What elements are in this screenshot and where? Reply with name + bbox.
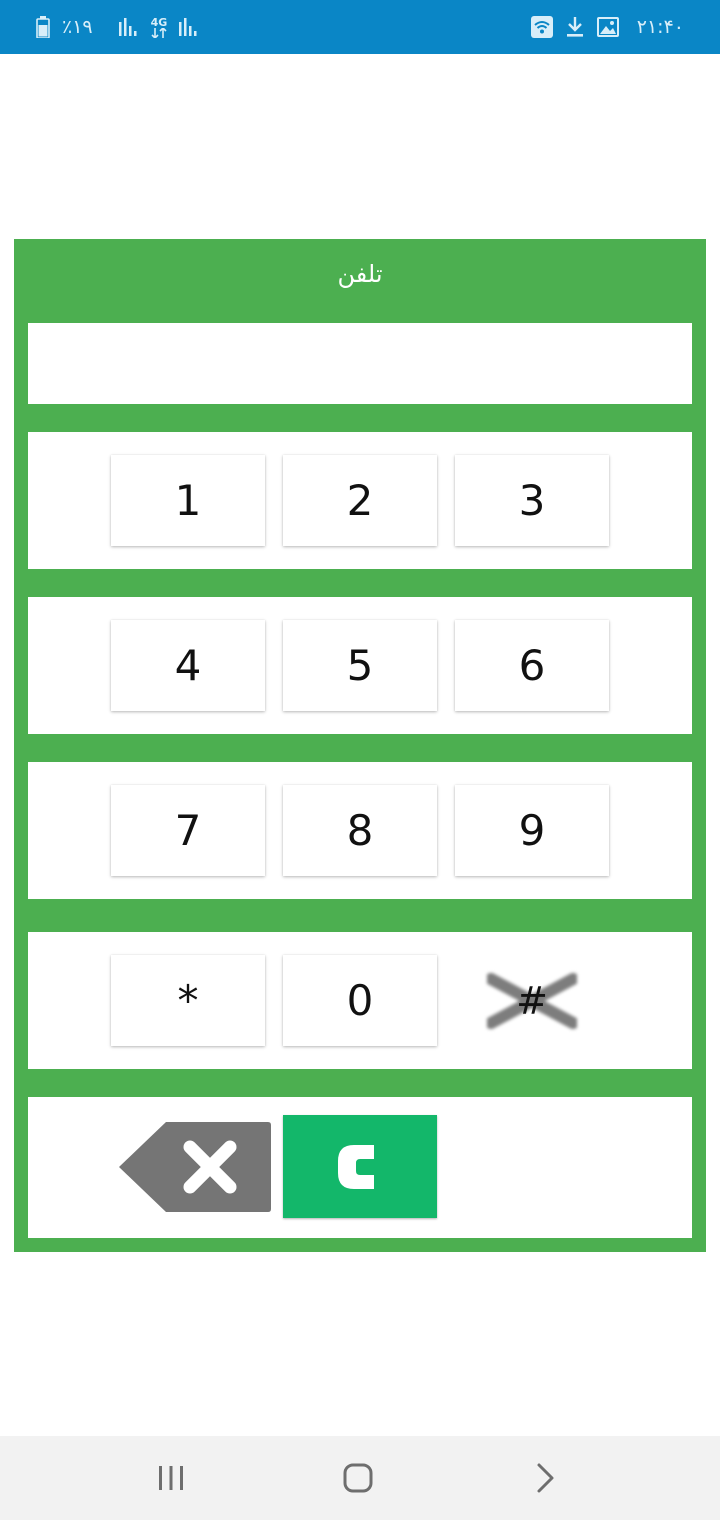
dialer-title: تلفن <box>337 260 383 288</box>
download-icon <box>565 16 585 38</box>
home-button[interactable] <box>318 1452 398 1504</box>
call-button[interactable] <box>283 1115 437 1218</box>
data-arrows-icon: 4G <box>150 15 168 38</box>
network-label: 4G <box>150 15 168 29</box>
backspace-icon <box>119 1122 271 1212</box>
status-bar: ٪۱۹ 4G ۲۱:۴۰ <box>0 0 720 54</box>
signal-icon <box>118 18 139 36</box>
key-row-3: 7 8 9 <box>28 762 692 899</box>
back-icon <box>537 1463 554 1493</box>
key-1[interactable]: 1 <box>111 455 265 546</box>
key-5[interactable]: 5 <box>283 620 437 711</box>
wifi-icon <box>530 16 553 38</box>
key-6[interactable]: 6 <box>455 620 609 711</box>
key-row-4: * 0 # <box>28 932 692 1069</box>
key-hash[interactable]: # <box>455 955 609 1046</box>
key-3[interactable]: 3 <box>455 455 609 546</box>
key-0[interactable]: 0 <box>283 955 437 1046</box>
status-left: ٪۱۹ 4G <box>36 0 199 54</box>
dialer-card: تلفن 1 2 3 4 5 6 7 8 9 * 0 # <box>14 239 706 1252</box>
hash-key-label: # <box>516 978 548 1023</box>
recents-button[interactable] <box>131 1452 211 1504</box>
backspace-button[interactable] <box>118 1121 272 1213</box>
back-button[interactable] <box>505 1452 585 1504</box>
number-display-input[interactable] <box>28 323 692 404</box>
key-row-controls <box>28 1097 692 1238</box>
key-2[interactable]: 2 <box>283 455 437 546</box>
key-9[interactable]: 9 <box>455 785 609 876</box>
call-c-icon <box>338 1144 374 1189</box>
signal-icon-2 <box>179 18 199 36</box>
hash-key-graphic: # <box>487 971 577 1031</box>
home-icon <box>343 1463 373 1493</box>
battery-icon <box>36 16 50 38</box>
key-7[interactable]: 7 <box>111 785 265 876</box>
navigation-bar <box>0 1436 720 1520</box>
key-row-1: 1 2 3 <box>28 432 692 569</box>
key-8[interactable]: 8 <box>283 785 437 876</box>
battery-percent: ٪۱۹ <box>62 15 93 38</box>
image-icon <box>596 17 619 37</box>
clock: ۲۱:۴۰ <box>636 15 684 38</box>
key-4[interactable]: 4 <box>111 620 265 711</box>
recents-icon <box>159 1466 183 1490</box>
key-row-2: 4 5 6 <box>28 597 692 734</box>
status-right: ۲۱:۴۰ <box>530 0 684 54</box>
key-star[interactable]: * <box>111 955 265 1046</box>
